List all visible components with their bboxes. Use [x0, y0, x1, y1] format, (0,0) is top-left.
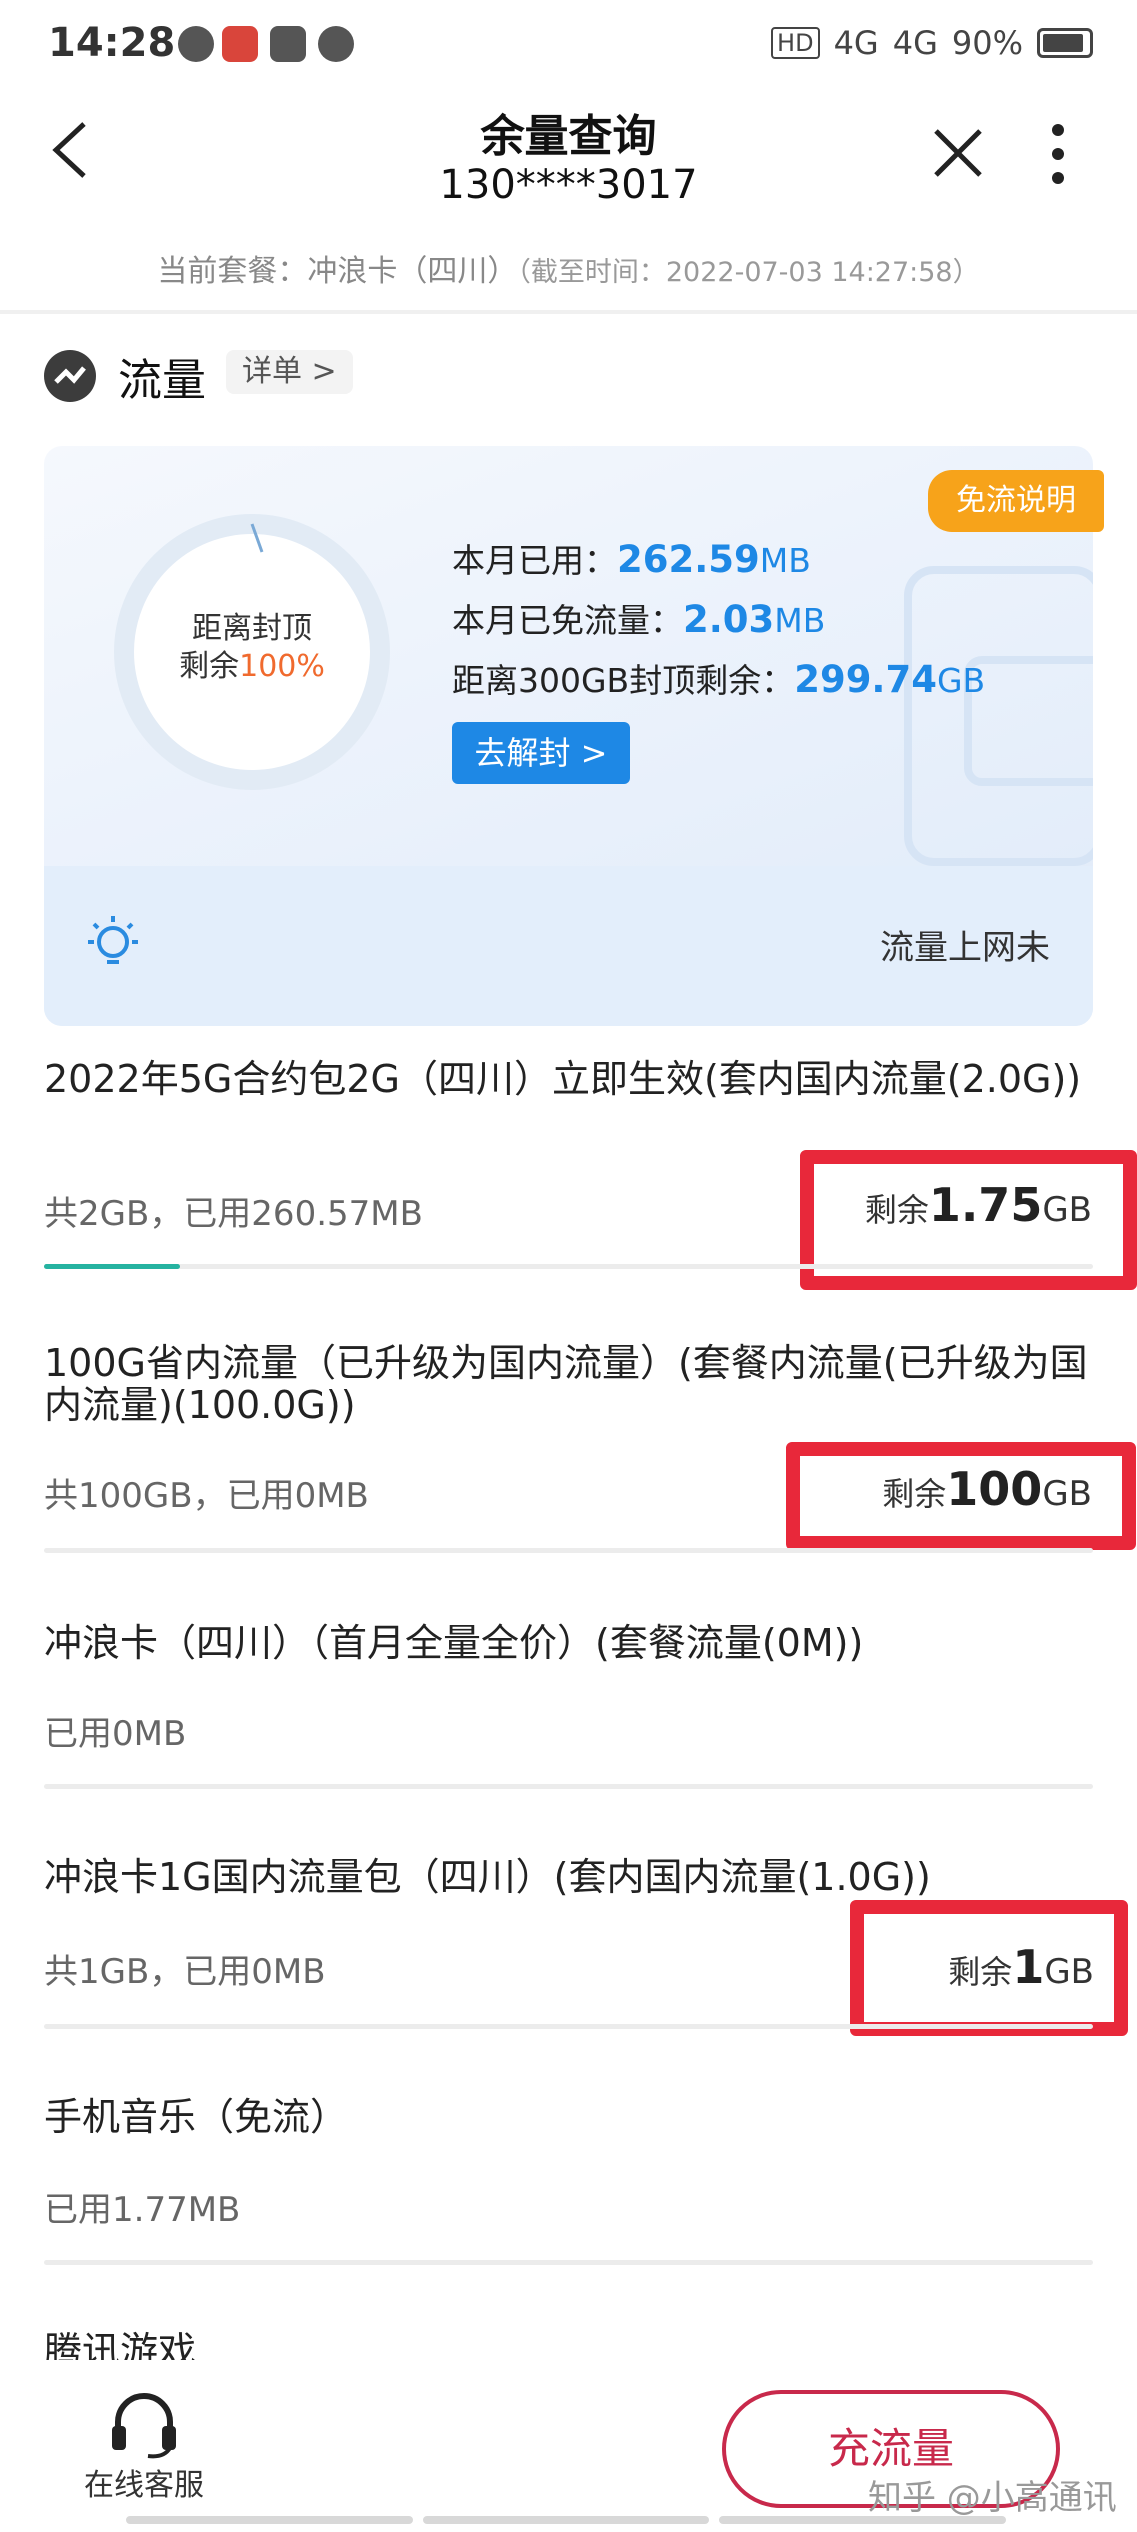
remain-unit-4: GB — [1044, 1952, 1094, 1992]
package-title-5: 手机音乐（免流） — [44, 2095, 349, 2139]
status-right: HD 4G 4G 90% — [771, 24, 1093, 62]
lightbulb-icon — [88, 916, 138, 964]
used-unit: MB — [759, 541, 811, 580]
package-title-3: 冲浪卡（四川）（首月全量全价）(套餐流量(0M)) — [44, 1621, 864, 1665]
plan-time: （截至时间：2022-07-03 14:27:58） — [517, 257, 980, 288]
package-title-1: 2022年5G合约包2G（四川）立即生效(套内国内流量(2.0G)) — [44, 1057, 1082, 1101]
video-notification-icon — [270, 26, 306, 62]
usage-bar-5 — [44, 2260, 1093, 2265]
close-icon[interactable] — [930, 125, 986, 181]
app-notification-icon — [222, 26, 258, 62]
free-unit: MB — [774, 601, 826, 640]
used-label: 本月已用： — [452, 541, 617, 580]
ring-percent: 100% — [239, 649, 325, 684]
section-title: 流量 — [118, 355, 206, 406]
more-icon[interactable] — [1046, 122, 1070, 186]
package-usage-2: 共100GB，已用0MB — [44, 1476, 369, 1516]
package-title-2: 100G省内流量（已升级为国内流量）(套餐内流量(已升级为国内流量)(100.0… — [44, 1341, 1088, 1427]
cap-stat: 距离300GB封顶剩余：299.74GB — [452, 654, 985, 702]
header-divider — [0, 310, 1137, 314]
signal-4g-2: 4G — [892, 24, 938, 62]
ring-line2: 剩余 — [179, 649, 240, 684]
nav-segment — [422, 2516, 710, 2524]
ring-line1: 距离封顶 — [192, 611, 312, 646]
watermark: 知乎 @小高通讯 — [868, 2478, 1117, 2518]
status-bar: 14:28 HD 4G 4G 90% — [0, 0, 1137, 90]
used-value: 262.59 — [617, 538, 760, 581]
free-label: 本月已免流量： — [452, 601, 683, 640]
tip-text: 流量上网未 — [880, 928, 1050, 968]
unlock-button[interactable]: 去解封 > — [452, 722, 630, 784]
used-stat: 本月已用：262.59MB — [452, 534, 811, 582]
package-remain-4: 剩余1GB — [872, 1940, 1094, 1994]
usage-bar-2 — [44, 1548, 1093, 1553]
detail-button[interactable]: 详单 > — [226, 350, 353, 394]
remain-label-1: 剩余 — [864, 1191, 929, 1229]
ring-label: 距离封顶 剩余100% — [112, 610, 392, 686]
fan-notification-icon — [318, 26, 354, 62]
status-time: 14:28 — [48, 20, 176, 66]
package-usage-3: 已用0MB — [44, 1714, 187, 1754]
remain-value-1: 1.75 — [928, 1178, 1043, 1232]
package-usage-5: 已用1.77MB — [44, 2190, 241, 2230]
plan-label: 当前套餐：冲浪卡（四川） — [157, 254, 518, 289]
usage-bar-3 — [44, 1784, 1093, 1789]
package-usage-1: 共2GB，已用260.57MB — [44, 1194, 423, 1234]
battery-icon — [1037, 28, 1093, 58]
usage-bar-1 — [44, 1264, 1093, 1269]
battery-percent: 90% — [951, 24, 1023, 62]
current-plan: 当前套餐：冲浪卡（四川）（截至时间：2022-07-03 14:27:58） — [0, 246, 1137, 290]
usage-bar-fill-1 — [44, 1264, 181, 1269]
nav-segment — [126, 2516, 413, 2524]
remain-label-4: 剩余 — [948, 1953, 1013, 1991]
cap-unit: GB — [936, 661, 986, 700]
package-title-4: 冲浪卡1G国内流量包（四川）(套内国内流量(1.0G)) — [44, 1855, 931, 1899]
remain-value-2: 100 — [946, 1462, 1043, 1516]
remain-value-4: 1 — [1012, 1940, 1045, 1994]
package-remain-2: 剩余100GB — [810, 1462, 1092, 1516]
free-value: 2.03 — [683, 598, 775, 641]
notification-icon — [178, 26, 214, 62]
remain-label-2: 剩余 — [882, 1475, 947, 1513]
nav-segment — [719, 2516, 1007, 2524]
usage-bar-4 — [44, 2024, 1093, 2029]
cap-label: 距离300GB封顶剩余： — [452, 661, 795, 700]
package-usage-4: 共1GB，已用0MB — [44, 1952, 326, 1992]
free-stat: 本月已免流量：2.03MB — [452, 594, 825, 642]
signal-4g-1: 4G — [833, 24, 879, 62]
nav-indicator — [126, 2516, 1007, 2524]
headset-icon[interactable] — [104, 2390, 184, 2460]
remain-unit-1: GB — [1042, 1190, 1092, 1230]
package-remain-1: 剩余1.75GB — [820, 1178, 1092, 1232]
remain-unit-2: GB — [1042, 1474, 1092, 1514]
cap-value: 299.74 — [794, 658, 937, 701]
traffic-trend-icon — [44, 350, 96, 402]
hd-icon: HD — [771, 27, 820, 59]
online-service-label[interactable]: 在线客服 — [44, 2460, 244, 2504]
free-flow-info-badge[interactable]: 免流说明 — [928, 470, 1104, 532]
